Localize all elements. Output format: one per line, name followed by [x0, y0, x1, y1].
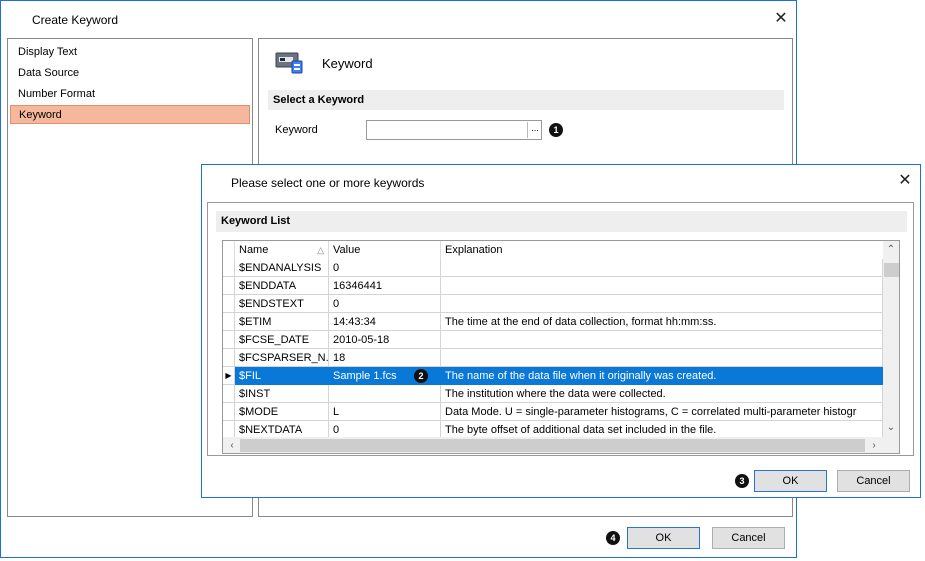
cell-explanation [441, 259, 883, 277]
cell-explanation [441, 295, 883, 313]
section-header: Select a Keyword [268, 90, 784, 110]
cell-value [329, 385, 441, 403]
scroll-left-icon[interactable]: ‹ [225, 439, 239, 453]
keyword-grid: Name △ Value Explanation $ENDANALYSIS 0 $E… [222, 240, 900, 454]
scroll-up-icon[interactable]: ⌃ [884, 243, 898, 257]
cell-name: $FCSPARSER_N... [235, 349, 329, 367]
cell-explanation [441, 349, 883, 367]
table-row[interactable]: $ENDANALYSIS 0 [223, 259, 883, 277]
table-row[interactable]: $MODE L Data Mode. U = single-parameter hi… [223, 403, 883, 421]
keyword-icon [275, 50, 305, 76]
table-row[interactable]: $ENDSTEXT 0 [223, 295, 883, 313]
cell-explanation [441, 277, 883, 295]
row-header[interactable] [223, 277, 235, 295]
cell-value: 16346441 [329, 277, 441, 295]
callout-marker-3: 3 [735, 474, 749, 488]
cell-name: $FIL [235, 367, 329, 385]
keyword-list-header: Keyword List [216, 211, 907, 232]
grid-corner [223, 241, 235, 259]
cell-value: 18 [329, 349, 441, 367]
dialog-title: Please select one or more keywords [231, 176, 425, 190]
dialog-close-icon[interactable]: ✕ [897, 173, 913, 189]
callout-marker-1: 1 [549, 123, 563, 137]
row-header[interactable] [223, 313, 235, 331]
row-header[interactable] [223, 349, 235, 367]
vertical-scroll-thumb[interactable] [884, 263, 899, 277]
cell-name: $ENDSTEXT [235, 295, 329, 313]
table-row[interactable]: $INST The institution where the data were… [223, 385, 883, 403]
cell-explanation: The name of the data file when it origin… [441, 367, 883, 385]
column-header-name[interactable]: Name △ [235, 241, 329, 259]
callout-marker-4: 4 [606, 531, 620, 545]
table-row[interactable]: $FCSPARSER_N... 18 [223, 349, 883, 367]
row-header[interactable] [223, 331, 235, 349]
keyword-label: Keyword [275, 124, 318, 136]
ok-button[interactable]: OK [627, 527, 700, 549]
window-title: Create Keyword [32, 13, 119, 27]
column-header-name-label: Name [239, 244, 269, 256]
column-header-explanation[interactable]: Explanation [441, 241, 883, 259]
current-row-indicator-icon[interactable]: ▶ [223, 367, 235, 385]
cell-explanation: The institution where the data were coll… [441, 385, 883, 403]
browse-button[interactable]: ... [527, 122, 542, 138]
column-header-value[interactable]: Value [329, 241, 441, 259]
table-row[interactable]: ▶ $FIL Sample 1.fcs The name of the data fi… [223, 367, 883, 385]
vertical-scrollbar[interactable]: ⌃ ⌄ [883, 241, 899, 437]
cell-value: L [329, 403, 441, 421]
cell-name: $ENDANALYSIS [235, 259, 329, 277]
cell-value: 0 [329, 295, 441, 313]
sort-ascending-icon: △ [317, 245, 324, 255]
cell-value: 14:43:34 [329, 313, 441, 331]
scroll-right-icon[interactable]: › [867, 439, 881, 453]
cell-name: $ENDDATA [235, 277, 329, 295]
table-row[interactable]: $ETIM 14:43:34 The time at the end of data… [223, 313, 883, 331]
cell-name: $MODE [235, 403, 329, 421]
row-header[interactable] [223, 403, 235, 421]
keyword-input[interactable] [366, 120, 542, 140]
row-header[interactable] [223, 385, 235, 403]
dialog-ok-button[interactable]: OK [754, 470, 827, 492]
cell-value: 2010-05-18 [329, 331, 441, 349]
category-item-number-format[interactable]: Number Format [10, 85, 250, 104]
row-header[interactable] [223, 259, 235, 277]
cell-name: $FCSE_DATE [235, 331, 329, 349]
cell-value: 0 [329, 259, 441, 277]
horizontal-scrollbar[interactable]: ‹ › [223, 437, 899, 453]
horizontal-scroll-thumb[interactable] [240, 439, 865, 452]
cell-explanation: Data Mode. U = single-parameter histogra… [441, 403, 883, 421]
category-item-data-source[interactable]: Data Source [10, 64, 250, 83]
scroll-down-icon[interactable]: ⌄ [884, 421, 898, 435]
callout-marker-2: 2 [414, 369, 428, 383]
panel-title: Keyword [322, 56, 373, 71]
category-item-display-text[interactable]: Display Text [10, 43, 250, 62]
cell-name: $INST [235, 385, 329, 403]
table-row[interactable]: $ENDDATA 16346441 [223, 277, 883, 295]
close-icon[interactable]: ✕ [773, 11, 789, 27]
cell-name: $ETIM [235, 313, 329, 331]
row-header[interactable] [223, 295, 235, 313]
category-item-keyword[interactable]: Keyword [10, 105, 250, 124]
table-row[interactable]: $FCSE_DATE 2010-05-18 [223, 331, 883, 349]
dialog-cancel-button[interactable]: Cancel [837, 470, 910, 492]
cell-explanation [441, 331, 883, 349]
cancel-button[interactable]: Cancel [712, 527, 785, 549]
cell-explanation: The time at the end of data collection, … [441, 313, 883, 331]
